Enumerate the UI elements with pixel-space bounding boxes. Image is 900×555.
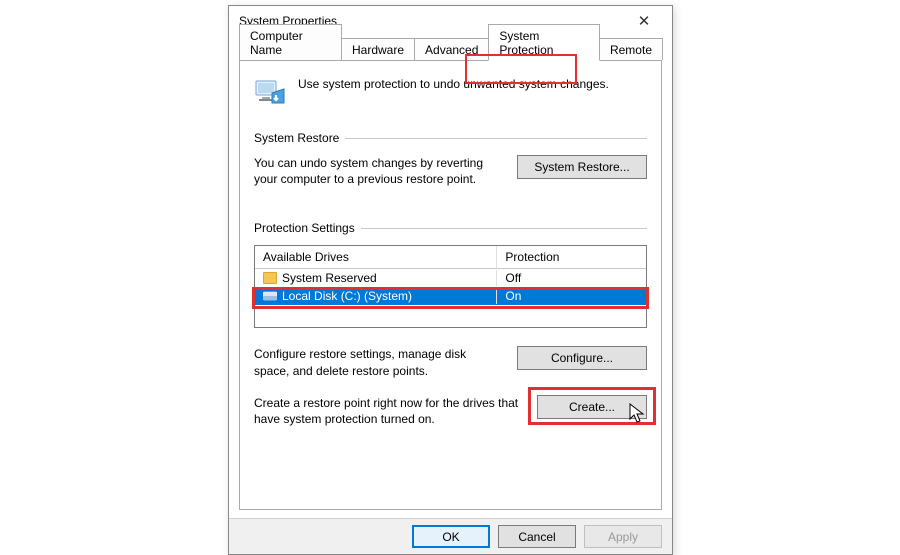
drive-cell-name: System Reserved — [255, 270, 497, 286]
group-system-restore: System Restore — [254, 131, 647, 145]
disk-icon — [263, 290, 277, 302]
drive-name: Local Disk (C:) (System) — [282, 289, 412, 303]
ok-button[interactable]: OK — [412, 525, 490, 548]
tab-system-protection[interactable]: System Protection — [488, 24, 600, 61]
drives-header: Available Drives Protection — [255, 246, 646, 269]
group-system-restore-label: System Restore — [254, 131, 339, 145]
intro-text: Use system protection to undo unwanted s… — [298, 75, 609, 91]
drive-cell-protection: Off — [497, 270, 646, 286]
drive-cell-protection: On — [497, 288, 646, 304]
tab-advanced[interactable]: Advanced — [414, 38, 489, 60]
system-protection-icon — [254, 75, 286, 107]
configure-button[interactable]: Configure... — [517, 346, 647, 370]
col-protection: Protection — [497, 246, 646, 268]
divider — [361, 228, 647, 229]
system-restore-button[interactable]: System Restore... — [517, 155, 647, 179]
system-restore-row: You can undo system changes by reverting… — [254, 155, 647, 187]
close-button[interactable]: ✕ — [622, 7, 666, 35]
create-button[interactable]: Create... — [537, 395, 647, 419]
apply-button: Apply — [584, 525, 662, 548]
tab-hardware[interactable]: Hardware — [341, 38, 415, 60]
create-desc: Create a restore point right now for the… — [254, 395, 521, 427]
folder-icon — [263, 272, 277, 284]
drive-row-system-reserved[interactable]: System Reserved Off — [255, 269, 646, 287]
dialog-footer: OK Cancel Apply — [229, 518, 672, 554]
tab-computer-name[interactable]: Computer Name — [239, 24, 342, 60]
divider — [345, 138, 647, 139]
drives-table: Available Drives Protection System Reser… — [254, 245, 647, 328]
close-icon: ✕ — [638, 12, 651, 30]
group-protection-settings-label: Protection Settings — [254, 221, 355, 235]
tab-strip: Computer Name Hardware Advanced System P… — [229, 36, 672, 60]
drive-row-local-disk-c[interactable]: Local Disk (C:) (System) On — [255, 287, 646, 305]
system-restore-desc: You can undo system changes by reverting… — [254, 155, 501, 187]
configure-desc: Configure restore settings, manage disk … — [254, 346, 501, 378]
tab-remote[interactable]: Remote — [599, 38, 663, 60]
drive-name: System Reserved — [282, 271, 377, 285]
tab-panel: Use system protection to undo unwanted s… — [239, 60, 662, 510]
cancel-button[interactable]: Cancel — [498, 525, 576, 548]
create-row: Create a restore point right now for the… — [254, 395, 647, 427]
configure-row: Configure restore settings, manage disk … — [254, 346, 647, 378]
group-protection-settings: Protection Settings — [254, 221, 647, 235]
drive-cell-name: Local Disk (C:) (System) — [255, 288, 497, 304]
system-properties-dialog: System Properties ✕ Computer Name Hardwa… — [228, 5, 673, 555]
intro-row: Use system protection to undo unwanted s… — [254, 75, 647, 107]
col-available-drives: Available Drives — [255, 246, 497, 268]
